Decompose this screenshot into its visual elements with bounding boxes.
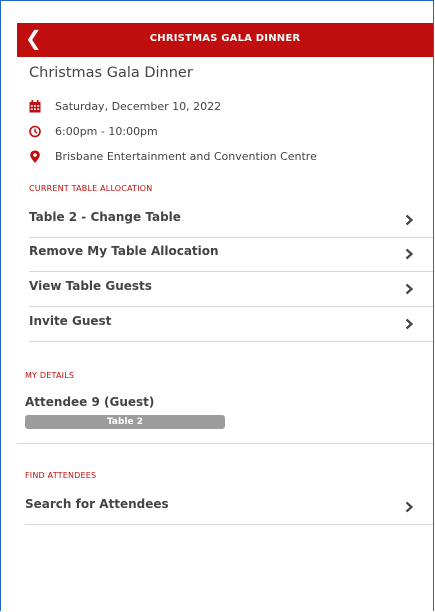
- clock-icon: [29, 125, 41, 138]
- menu-item-label: Remove My Table Allocation: [29, 244, 219, 258]
- event-venue: Brisbane Entertainment and Convention Ce…: [55, 150, 317, 163]
- search-attendees-row[interactable]: Search for Attendees: [25, 490, 433, 525]
- invite-guest-row[interactable]: Invite Guest: [29, 307, 433, 342]
- menu-item-label: Search for Attendees: [25, 497, 169, 511]
- table-allocation-heading: CURRENT TABLE ALLOCATION: [29, 184, 153, 193]
- remove-table-allocation-row[interactable]: Remove My Table Allocation: [29, 237, 433, 272]
- menu-item-label: View Table Guests: [29, 279, 152, 293]
- table-badge: Table 2: [25, 415, 225, 429]
- app-frame: ❮ CHRISTMAS GALA DINNER Christmas Gala D…: [0, 0, 434, 611]
- find-attendees-heading: FIND ATTENDEES: [25, 471, 97, 480]
- menu-item-label: Table 2 - Change Table: [29, 210, 181, 224]
- calendar-icon: [29, 100, 41, 113]
- chevron-right-icon: [405, 214, 414, 226]
- attendee-name: Attendee 9 (Guest): [25, 395, 155, 409]
- top-bar: ❮ CHRISTMAS GALA DINNER: [17, 23, 433, 57]
- page-title: CHRISTMAS GALA DINNER: [149, 33, 301, 44]
- event-date: Saturday, December 10, 2022: [55, 100, 222, 113]
- event-name: Christmas Gala Dinner: [29, 65, 193, 81]
- chevron-right-icon: [405, 318, 414, 330]
- chevron-right-icon: [405, 248, 414, 260]
- view-table-guests-row[interactable]: View Table Guests: [29, 272, 433, 307]
- chevron-right-icon: [405, 501, 414, 513]
- map-pin-icon: [30, 150, 40, 163]
- menu-item-label: Invite Guest: [29, 314, 112, 328]
- event-time: 6:00pm - 10:00pm: [55, 125, 158, 138]
- my-details-heading: MY DETAILS: [25, 371, 75, 380]
- section-divider: [17, 443, 433, 444]
- chevron-right-icon: [405, 283, 414, 295]
- change-table-row[interactable]: Table 2 - Change Table: [29, 203, 433, 238]
- event-page: ❮ CHRISTMAS GALA DINNER Christmas Gala D…: [17, 23, 433, 611]
